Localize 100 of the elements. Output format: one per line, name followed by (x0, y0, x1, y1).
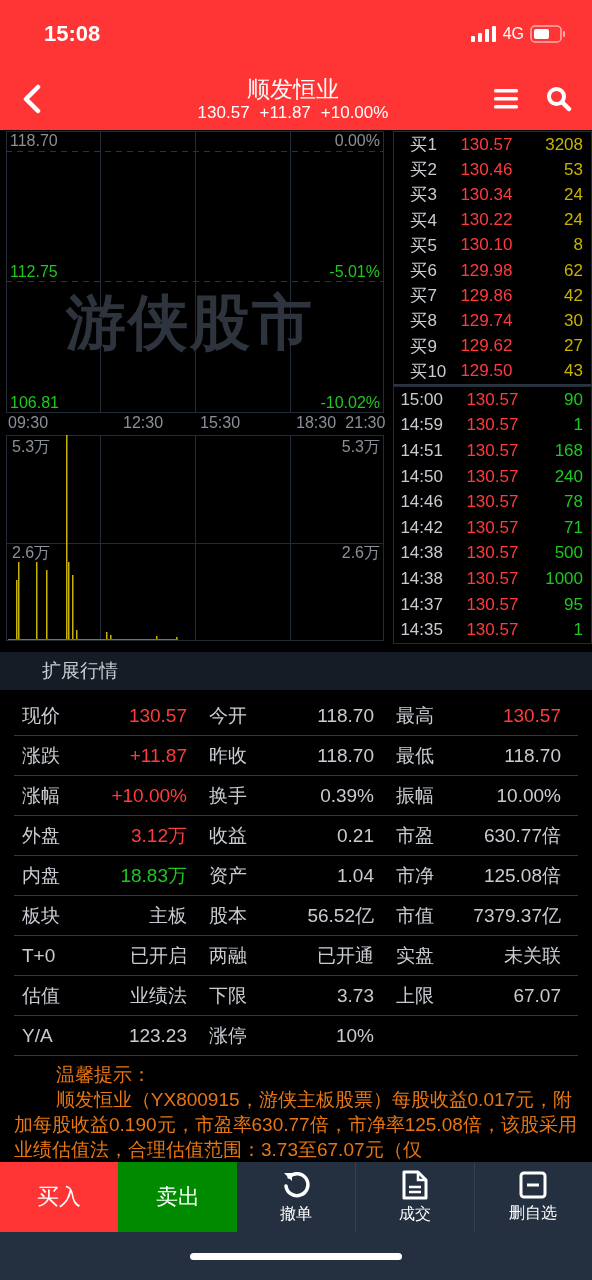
bid-level: 买8 (409, 310, 438, 333)
stat-label: 振幅 (396, 783, 434, 808)
trade-time: 14:51 (400, 441, 444, 461)
stat-label: 实盘 (396, 943, 434, 968)
time-axis-label: 21:30 (345, 414, 386, 432)
stat-value: 主板 (149, 903, 187, 928)
trade-volume: 500 (553, 543, 583, 564)
search-button[interactable] (544, 84, 574, 114)
trade-price: 130.57 (465, 441, 519, 461)
change-percent: +10.00% (320, 103, 389, 123)
status-time: 15:08 (44, 21, 101, 47)
stat-value: 67.07 (513, 983, 561, 1008)
time-axis-label: 12:30 (123, 414, 164, 432)
stat-label: 今开 (209, 703, 247, 728)
trade-price: 130.57 (465, 543, 519, 564)
price-axis-label: 106.81 (10, 393, 59, 413)
trade-price: 130.57 (465, 594, 519, 615)
bid-level: 买5 (409, 234, 438, 257)
stat-value: 630.77倍 (483, 823, 561, 848)
battery-icon (530, 25, 566, 43)
bid-level: 买4 (409, 209, 438, 232)
price-axis-label: 112.75 (10, 262, 58, 282)
stat-value: 56.52亿 (307, 903, 374, 928)
bid-volume: 27 (563, 336, 583, 357)
bid-volume: 42 (563, 285, 583, 306)
stat-label: 板块 (22, 903, 60, 928)
stat-label: 现价 (22, 703, 60, 728)
trade-time: 14:37 (400, 594, 444, 615)
stat-value: 130.57 (128, 703, 187, 728)
bid-price: 129.86 (459, 285, 513, 306)
stat-value: 118.70 (317, 743, 374, 768)
stat-label: T+0 (22, 943, 56, 968)
bid-level: 买9 (409, 335, 438, 358)
stat-label: 收益 (209, 823, 247, 848)
trade-time: 14:59 (400, 415, 444, 436)
bid-volume: 3208 (544, 134, 583, 155)
bid-volume: 8 (572, 235, 583, 256)
buy-button[interactable]: 买入 (0, 1162, 119, 1232)
stat-label: 估值 (22, 983, 60, 1008)
trade-price: 130.57 (465, 389, 519, 410)
network-label: 4G (502, 25, 524, 43)
stat-value: 130.57 (502, 703, 561, 728)
stat-value: 3.73 (337, 983, 374, 1008)
stat-value: 1.04 (337, 863, 374, 888)
stat-value: 118.70 (317, 703, 374, 728)
stat-label: 股本 (209, 903, 247, 928)
bid-level: 买3 (409, 184, 438, 207)
bid-price: 130.57 (459, 134, 513, 155)
trade-volume: 1000 (544, 568, 583, 589)
trade-volume: 78 (563, 492, 583, 513)
stat-label: 外盘 (22, 823, 60, 848)
menu-button[interactable] (492, 86, 520, 112)
stat-label: 市盈 (396, 823, 434, 848)
stat-value: 18.83万 (120, 863, 187, 888)
stat-label: 市净 (396, 863, 434, 888)
trade-price: 130.57 (465, 492, 519, 513)
bid-volume: 30 (563, 310, 583, 331)
stat-value: 10.00% (496, 783, 561, 808)
volume-axis-label: 5.3万 (12, 437, 51, 457)
trade-price: 130.57 (465, 466, 519, 487)
bid-price: 129.62 (459, 336, 513, 357)
trade-time: 14:42 (400, 517, 444, 538)
bid-level: 买7 (409, 285, 438, 308)
stat-label: 最高 (396, 703, 434, 728)
document-icon (401, 1169, 428, 1200)
trade-time: 14:38 (400, 543, 444, 564)
bid-price: 130.10 (459, 235, 513, 256)
bid-level: 买2 (409, 159, 438, 182)
percent-axis-label: 0.00% (334, 131, 380, 151)
stat-value: 118.70 (504, 743, 561, 768)
bid-price: 130.46 (459, 159, 513, 180)
trade-price: 130.57 (465, 415, 519, 436)
stat-label: 涨幅 (22, 783, 60, 808)
stat-value: +11.87 (129, 743, 187, 768)
stat-value: 7379.37亿 (473, 903, 561, 928)
chart-watermark: 游侠股市 (66, 291, 314, 355)
volume-axis-label: 2.6万 (341, 543, 380, 563)
stat-label: 内盘 (22, 863, 60, 888)
stock-price: 130.57 (197, 103, 250, 123)
trade-volume: 1 (572, 415, 583, 436)
stock-name: 顺发恒业 (247, 75, 339, 103)
trade-time: 14:46 (400, 492, 444, 513)
stat-value: 0.39% (320, 783, 374, 808)
time-axis-label: 15:30 (200, 414, 241, 432)
trade-price: 130.57 (465, 620, 519, 641)
minus-square-icon (519, 1170, 548, 1199)
bid-volume: 43 (563, 361, 583, 382)
sell-button[interactable]: 卖出 (118, 1162, 237, 1232)
trade-time: 14:38 (400, 568, 444, 589)
trade-volume: 90 (563, 389, 583, 410)
bid-volume: 24 (563, 210, 583, 231)
stat-value: +10.00% (111, 783, 187, 808)
bid-volume: 62 (563, 260, 583, 281)
trade-time: 15:00 (400, 389, 444, 410)
stat-value: 业绩法 (130, 983, 187, 1008)
trade-volume: 1 (572, 620, 583, 641)
bid-volume: 53 (563, 159, 583, 180)
percent-axis-label: -5.01% (329, 262, 380, 282)
stat-label: 涨跌 (22, 743, 60, 768)
price-change: +11.87 (259, 103, 311, 123)
